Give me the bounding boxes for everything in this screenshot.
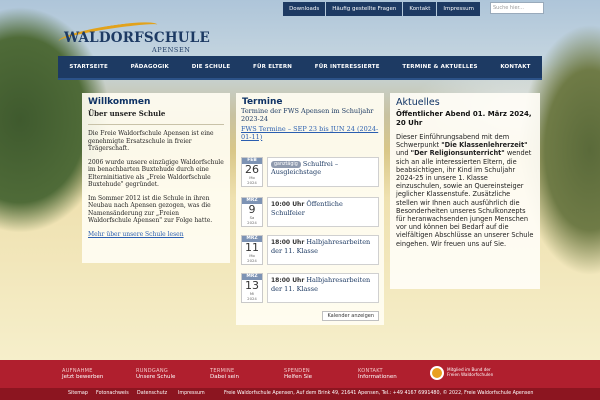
search-input[interactable]: Suche hier...: [490, 2, 544, 14]
event-details[interactable]: 10:00 Uhr Öffentliche Schulfeier: [267, 197, 379, 227]
footer-item-sub: Unsere Schule: [136, 374, 176, 380]
footer-item-sub: Informationen: [358, 374, 397, 380]
news-title: Aktuelles: [396, 97, 440, 108]
news-emphasis: "Der Religionsunterricht": [410, 149, 505, 158]
footer-item-sub: Jetzt bewerben: [62, 374, 104, 380]
termine-pdf-link[interactable]: FWS Termine – SEP 23 bis JUN 24 (2024-01…: [236, 124, 384, 148]
address-text: Freie Waldorfschule Apensen, Auf dem Bri…: [224, 391, 534, 396]
event-details[interactable]: 18:00 Uhr Halbjahresarbeiten der 11. Kla…: [267, 273, 379, 303]
event-time: 18:00 Uhr: [271, 239, 305, 246]
news-headline: Öffentlicher Abend 01. März 2024, 20 Uhr: [396, 110, 532, 127]
nav-fuer-interessierte[interactable]: FÜR INTERESSIERTE: [315, 64, 380, 70]
badge-text: Mitglied im Bund der Freien Waldorfschule…: [447, 367, 493, 377]
welcome-paragraph: Die Freie Waldorfschule Apensen ist eine…: [88, 130, 214, 152]
event-time: 18:00 Uhr: [271, 277, 305, 284]
footer-item-sub: Dabei sein: [210, 374, 240, 380]
footer-item-rundgang[interactable]: RUNDGANG Unsere Schule: [136, 368, 175, 380]
termine-intro: Termine der FWS Apensen im Schuljahr 202…: [241, 107, 374, 123]
footer-item-aufnahme[interactable]: AUFNAHME Jetzt bewerben: [62, 368, 103, 380]
welcome-paragraph: 2006 wurde unsere einzügige Waldorfschul…: [88, 158, 224, 189]
welcome-more-link[interactable]: Mehr über unsere Schule lesen: [82, 231, 230, 238]
bottom-bar: Sitemap Fotonachweis Datenschutz Impress…: [0, 388, 600, 400]
welcome-paragraph: Im Sommer 2012 ist die Schule in ihren N…: [88, 194, 213, 225]
calendar-date-icon: FEB 26 Mo 2024: [241, 157, 263, 187]
allday-badge: ganztägig: [271, 161, 301, 168]
event-details[interactable]: ganztägig Schulfrei – Ausgleichstage: [267, 157, 379, 187]
welcome-subtitle: Über unsere Schule: [88, 109, 166, 118]
event-year: 2024: [247, 219, 257, 225]
calendar-date-icon: MRZ 9 Sa 2024: [241, 197, 263, 227]
footer-item-spenden[interactable]: SPENDEN Helfen Sie: [284, 368, 312, 380]
welcome-panel: Willkommen Über unsere Schule Die Freie …: [82, 93, 230, 263]
termine-title: Termine: [242, 97, 283, 107]
nav-paedagogik[interactable]: PÄDAGOGIK: [131, 64, 169, 70]
top-nav-downloads[interactable]: Downloads: [283, 2, 326, 16]
event-item[interactable]: FEB 26 Mo 2024 ganztägig Schulfrei – Aus…: [241, 157, 379, 187]
event-item[interactable]: MRZ 11 Mo 2024 18:00 Uhr Halbjahresarbei…: [241, 235, 379, 265]
event-year: 2024: [247, 295, 257, 301]
top-nav-contact[interactable]: Kontakt: [403, 2, 437, 16]
calendar-date-icon: MRZ 13 Mi 2024: [241, 273, 263, 303]
event-time: 10:00 Uhr: [271, 201, 305, 208]
bottom-link-impressum[interactable]: Impressum: [178, 388, 205, 400]
event-item[interactable]: MRZ 13 Mi 2024 18:00 Uhr Halbjahresarbei…: [241, 273, 379, 303]
event-item[interactable]: MRZ 9 Sa 2024 10:00 Uhr Öffentliche Schu…: [241, 197, 379, 227]
nav-fuer-eltern[interactable]: FÜR ELTERN: [253, 64, 292, 70]
top-nav-imprint[interactable]: Impressum: [437, 2, 480, 16]
main-nav: STARTSEITE PÄDAGOGIK DIE SCHULE FÜR ELTE…: [58, 56, 542, 80]
bottom-link-datenschutz[interactable]: Datenschutz: [137, 388, 167, 400]
news-text: wendet sich an alle interessierten Elter…: [396, 149, 534, 248]
divider: [88, 124, 224, 125]
news-text: und: [396, 149, 411, 158]
footer-item-kontakt[interactable]: KONTAKT Informationen: [358, 368, 397, 380]
waldorf-membership-badge[interactable]: Mitglied im Bund der Freien Waldorfschule…: [430, 364, 512, 384]
nav-kontakt[interactable]: KONTAKT: [500, 64, 530, 70]
nav-die-schule[interactable]: DIE SCHULE: [192, 64, 231, 70]
news-panel: Aktuelles Öffentlicher Abend 01. März 20…: [390, 93, 540, 289]
logo-title: WALDORFSCHULE: [64, 30, 210, 46]
footer-item-termine[interactable]: TERMINE Dabei sein: [210, 368, 239, 380]
nav-startseite[interactable]: STARTSEITE: [69, 64, 108, 70]
school-logo[interactable]: WALDORFSCHULE APENSEN: [56, 19, 210, 60]
news-emphasis: "Die Klassenlehrerzeit": [441, 141, 528, 150]
badge-line: Freien Waldorfschulen: [447, 372, 494, 378]
termine-panel: Termine Termine der FWS Apensen im Schul…: [236, 93, 384, 325]
bottom-link-fotonachweis[interactable]: Fotonachweis: [96, 388, 129, 400]
nav-termine-aktuelles[interactable]: TERMINE & AKTUELLES: [402, 64, 477, 70]
top-nav: Downloads Häufig gestellte Fragen Kontak…: [282, 2, 480, 16]
top-nav-faq[interactable]: Häufig gestellte Fragen: [326, 2, 403, 16]
news-body: Dieser Einführungsabend mit dem Schwerpu…: [390, 131, 540, 250]
show-calendar-button[interactable]: Kalender anzeigen: [322, 311, 379, 321]
event-details[interactable]: 18:00 Uhr Halbjahresarbeiten der 11. Kla…: [267, 235, 379, 265]
event-year: 2024: [247, 257, 257, 263]
event-year: 2024: [247, 179, 257, 185]
welcome-title: Willkommen: [88, 97, 151, 107]
logo-subtitle: APENSEN: [152, 46, 191, 54]
footer-item-sub: Helfen Sie: [284, 374, 313, 380]
calendar-date-icon: MRZ 11 Mo 2024: [241, 235, 263, 265]
bottom-link-sitemap[interactable]: Sitemap: [68, 388, 88, 400]
waldorf-bund-icon: [430, 366, 444, 380]
